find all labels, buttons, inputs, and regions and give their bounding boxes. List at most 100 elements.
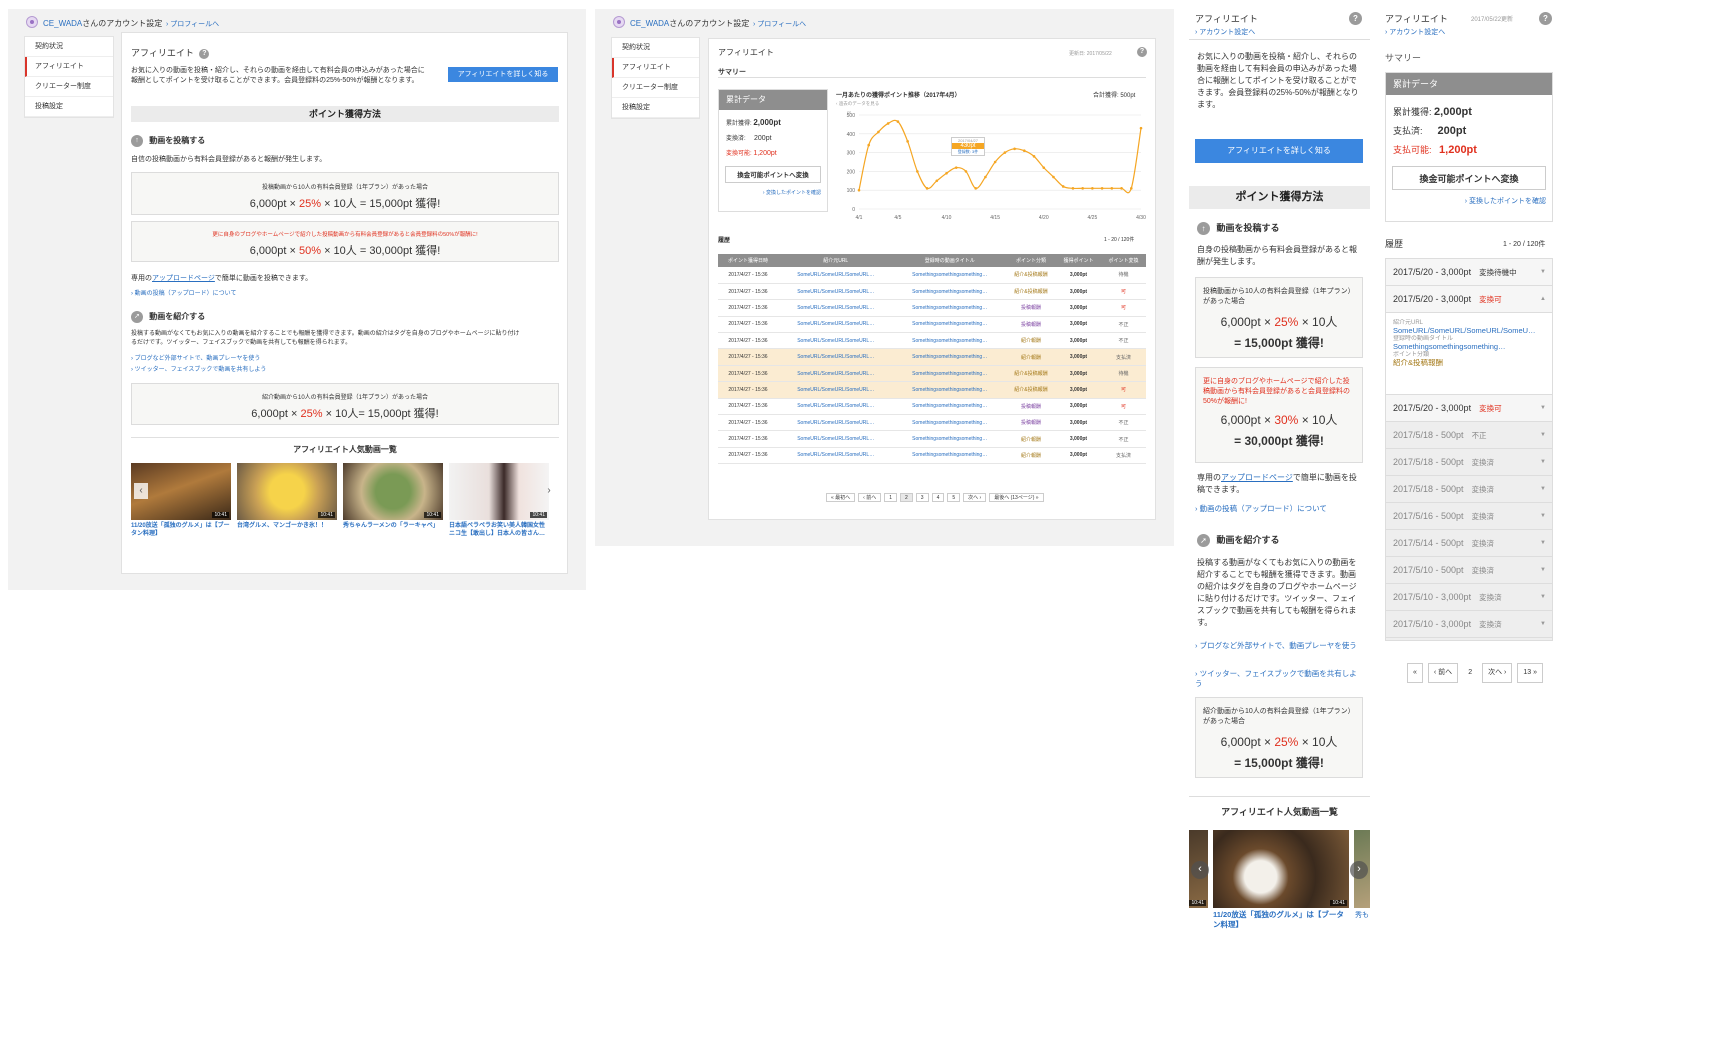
convert-button[interactable]: 換金可能ポイントへ変換	[1392, 166, 1546, 190]
help-icon[interactable]: ?	[199, 48, 210, 59]
help-icon[interactable]: ?	[1137, 47, 1147, 57]
list-item[interactable]: 2017/5/10 - 500pt 変換済 ▼	[1386, 557, 1552, 584]
table-row[interactable]: 2017/4/27 - 15:36 SomeURL/SomeURL/SomeURL…	[718, 348, 1146, 366]
history-video-title[interactable]: Somethingsomethingsomething…	[893, 267, 1006, 284]
list-item[interactable]: 2017/5/16 - 500pt 変換済 ▼	[1386, 503, 1552, 530]
about-upload-link[interactable]: › 動画の投稿（アップロード）について	[131, 288, 237, 297]
external-player-link[interactable]: › ブログなど外部サイトで、動画プレーヤを使う	[131, 353, 260, 362]
chart-prev-link[interactable]: ‹ 過去のデータを見る	[836, 101, 879, 107]
list-item[interactable]: 2017/5/20 - 3,000pt 変換可 ▲	[1386, 286, 1552, 313]
confirm-points-link[interactable]: › 変換したポイントを確認	[1386, 196, 1552, 206]
carousel-next-button[interactable]: ›	[1350, 861, 1368, 879]
list-item[interactable]: 2017/5/10 - 3,000pt 変換済 ▼	[1386, 584, 1552, 611]
sidenav-item-affiliate[interactable]: アフィリエイト	[612, 58, 699, 78]
table-row[interactable]: 2017/4/27 - 15:36 SomeURL/SomeURL/SomeURL…	[718, 332, 1146, 350]
pager-item[interactable]: ‹ 前へ	[1427, 663, 1459, 683]
pager-item[interactable]: 2	[900, 493, 913, 502]
upload-page-link[interactable]: アップロードページ	[152, 275, 215, 282]
table-row[interactable]: 2017/4/27 - 15:36 SomeURL/SomeURL/SomeURL…	[718, 316, 1146, 334]
history-video-title[interactable]: Somethingsomethingsomething…	[893, 430, 1006, 448]
avatar[interactable]	[26, 16, 38, 28]
sidenav-item-creator[interactable]: クリエーター制度	[25, 77, 113, 97]
video-thumb[interactable]: 10:41	[1213, 830, 1349, 908]
pager-item[interactable]: 13 »	[1517, 663, 1543, 683]
carousel-next-button[interactable]: ›	[542, 483, 556, 499]
sidenav-item-creator[interactable]: クリエーター制度	[612, 78, 699, 98]
table-row[interactable]: 2017/4/27 - 15:36 SomeURL/SomeURL/SomeURL…	[718, 414, 1146, 432]
pager-item[interactable]: 次へ ›	[1482, 663, 1513, 683]
pager-item[interactable]: 3	[915, 493, 929, 502]
list-item[interactable]: 2017/5/20 - 3,000pt 変換待機中 ▼	[1386, 259, 1552, 286]
video-thumb[interactable]: 10:41	[449, 463, 549, 520]
list-item[interactable]: 2017/5/18 - 500pt 変換済 ▼	[1386, 476, 1552, 503]
pager-item[interactable]: 次へ ›	[963, 493, 987, 502]
table-row[interactable]: 2017/4/27 - 15:36 SomeURL/SomeURL/SomeURL…	[718, 365, 1146, 383]
table-row[interactable]: 2017/4/27 - 15:36 SomeURL/SomeURL/SomeURL…	[718, 398, 1146, 416]
table-row[interactable]: 2017/4/27 - 15:36 SomeURL/SomeURL/SomeURL…	[718, 447, 1146, 465]
help-icon[interactable]: ?	[1349, 12, 1362, 25]
history-url[interactable]: SomeURL/SomeURL/SomeURL…	[778, 447, 894, 465]
history-url[interactable]: SomeURL/SomeURL/SomeURL…	[778, 430, 894, 448]
video-caption-partial[interactable]: 秀も	[1355, 910, 1369, 920]
table-row[interactable]: 2017/4/27 - 15:36 SomeURL/SomeURL/SomeURL…	[718, 299, 1146, 317]
profile-link[interactable]: › プロフィールへ	[753, 19, 806, 29]
carousel-prev-button[interactable]: ‹	[1191, 861, 1209, 879]
pager-item[interactable]: «	[1407, 663, 1423, 683]
learn-more-button[interactable]: アフィリエイトを詳しく知る	[448, 67, 558, 82]
upload-page-link[interactable]: アップロードページ	[1221, 473, 1293, 482]
list-item[interactable]: 2017/5/20 - 3,000pt 変換可 ▼	[1386, 395, 1552, 422]
pager-item[interactable]: 4	[931, 493, 945, 502]
carousel-prev-button[interactable]: ‹	[134, 483, 148, 499]
sidenav-item-contract[interactable]: 契約状況	[25, 37, 113, 57]
list-item[interactable]: 2017/5/18 - 500pt 変換済 ▼	[1386, 449, 1552, 476]
help-icon[interactable]: ?	[1539, 12, 1552, 25]
history-video-title[interactable]: Somethingsomethingsomething…	[893, 316, 1006, 334]
sidenav-item-posting[interactable]: 投稿設定	[612, 98, 699, 118]
pager-item[interactable]: « 最初へ	[826, 493, 856, 502]
pager-item[interactable]: 2	[1463, 664, 1477, 684]
sidenav-item-contract[interactable]: 契約状況	[612, 38, 699, 58]
video-caption[interactable]: 日本語ペラペラお笑い美人韓国女性ニコ生【敢出し】日本人の皆さん…	[449, 522, 549, 538]
share-sns-link[interactable]: › ツイッター、フェイスブックで動画を共有しよう	[131, 364, 266, 373]
list-item[interactable]: 2017/5/10 - 3,000pt 変換済 ▼	[1386, 611, 1552, 638]
table-row[interactable]: 2017/4/27 - 15:36 SomeURL/SomeURL/SomeURL…	[718, 430, 1146, 448]
history-video-title[interactable]: Somethingsomethingsomething…	[893, 381, 1006, 399]
history-video-title[interactable]: Somethingsomethingsomething…	[893, 414, 1006, 432]
history-url[interactable]: SomeURL/SomeURL/SomeURL…	[778, 381, 894, 399]
video-thumb[interactable]: 10:41	[237, 463, 337, 520]
video-caption[interactable]: 11/20放送「孤独のグルメ」は【ブータン料理】	[131, 522, 231, 538]
history-video-title[interactable]: Somethingsomethingsomething…	[893, 283, 1006, 301]
history-url[interactable]: SomeURL/SomeURL/SomeURL…	[778, 267, 894, 284]
about-upload-link[interactable]: › 動画の投稿（アップロード）について	[1195, 503, 1327, 514]
external-player-link[interactable]: › ブログなど外部サイトで、動画プレーヤを使う	[1195, 641, 1363, 651]
avatar[interactable]	[613, 16, 625, 28]
table-row[interactable]: 2017/4/27 - 15:36 SomeURL/SomeURL/SomeURL…	[718, 381, 1146, 399]
history-video-title[interactable]: Somethingsomethingsomething…	[893, 332, 1006, 350]
history-url[interactable]: SomeURL/SomeURL/SomeURL…	[778, 332, 894, 350]
table-row[interactable]: 2017/4/27 - 15:36 SomeURL/SomeURL/SomeURL…	[718, 283, 1146, 301]
pager-item[interactable]: ‹ 前へ	[858, 493, 882, 502]
video-thumb[interactable]: 10:41	[343, 463, 443, 520]
history-url[interactable]: SomeURL/SomeURL/SomeURL…	[778, 414, 894, 432]
history-video-title[interactable]: Somethingsomethingsomething…	[893, 398, 1006, 416]
history-url[interactable]: SomeURL/SomeURL/SomeURL…	[778, 299, 894, 317]
detail-video-title[interactable]: Somethingsomethingsomething…	[1393, 343, 1547, 351]
table-row[interactable]: 2017/4/27 - 15:36 SomeURL/SomeURL/SomeURL…	[718, 267, 1146, 284]
share-sns-link[interactable]: › ツイッター、フェイスブックで動画を共有しよう	[1195, 669, 1363, 689]
account-name[interactable]: CE_WADA	[630, 19, 669, 28]
back-to-account-link[interactable]: › アカウント設定へ	[1195, 27, 1255, 37]
confirm-points-link[interactable]: › 変換したポイントを確認	[719, 189, 827, 196]
sidenav-item-affiliate[interactable]: アフィリエイト	[25, 57, 113, 77]
video-caption[interactable]: 台湾グルメ、マンゴーかき氷！！	[237, 522, 337, 530]
history-url[interactable]: SomeURL/SomeURL/SomeURL…	[778, 283, 894, 301]
history-url[interactable]: SomeURL/SomeURL/SomeURL…	[778, 316, 894, 334]
back-to-account-link[interactable]: › アカウント設定へ	[1385, 27, 1445, 37]
history-video-title[interactable]: Somethingsomethingsomething…	[893, 299, 1006, 317]
history-url[interactable]: SomeURL/SomeURL/SomeURL…	[778, 365, 894, 383]
history-url[interactable]: SomeURL/SomeURL/SomeURL…	[778, 348, 894, 366]
sidenav-item-posting[interactable]: 投稿設定	[25, 97, 113, 117]
profile-link[interactable]: › プロフィールへ	[166, 19, 219, 29]
history-video-title[interactable]: Somethingsomethingsomething…	[893, 447, 1006, 465]
convert-button[interactable]: 換金可能ポイントへ変換	[725, 166, 821, 183]
list-item[interactable]: 2017/5/14 - 500pt 変換済 ▼	[1386, 530, 1552, 557]
